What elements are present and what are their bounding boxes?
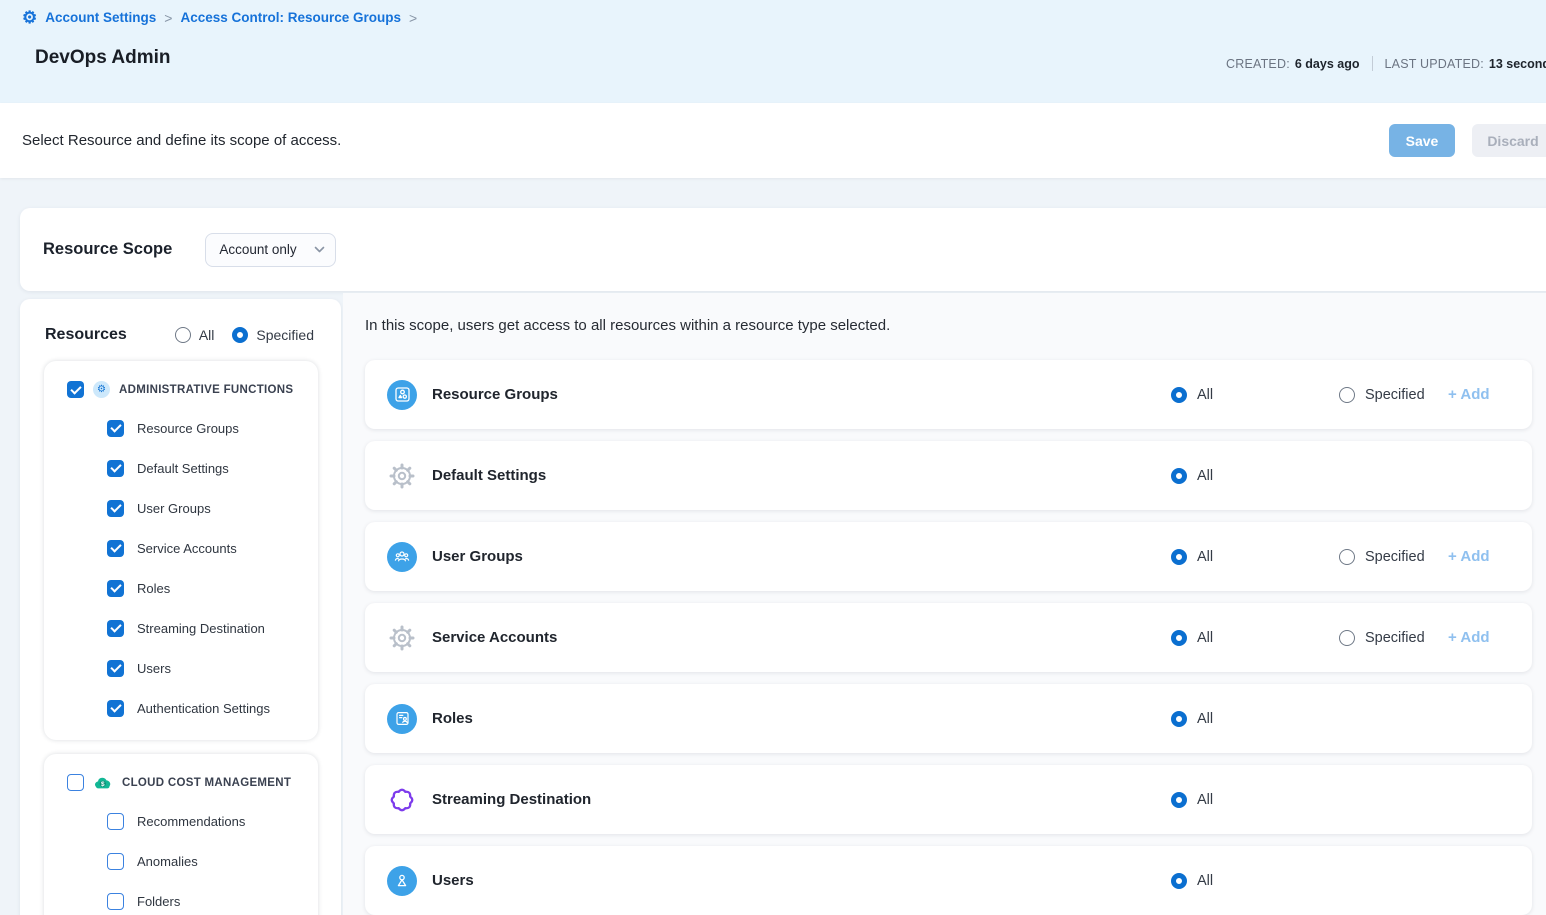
breadcrumb-account-settings[interactable]: Account Settings: [45, 10, 156, 25]
meta-divider: [1372, 56, 1373, 71]
breadcrumb-separator: >: [409, 10, 417, 26]
sidebar-item-resource-groups[interactable]: Resource Groups: [44, 408, 318, 448]
sidebar-item-streaming-destination[interactable]: Streaming Destination: [44, 608, 318, 648]
authentication-settings-checkbox[interactable]: [107, 700, 124, 717]
service-accounts-specified-radio[interactable]: [1339, 630, 1355, 646]
service-accounts-checkbox[interactable]: [107, 540, 124, 557]
resource-groups-specified-radio[interactable]: [1339, 387, 1355, 403]
user-groups-all-radio[interactable]: [1171, 549, 1187, 565]
resource-row-service-accounts: Service Accounts All Specified + Add: [365, 603, 1532, 672]
resource-scope-card: Resource Scope Account only: [20, 208, 1546, 291]
header-meta: CREATED:6 days ago LAST UPDATED:13 secon…: [1226, 56, 1546, 71]
scope-info-text: In this scope, users get access to all r…: [365, 317, 890, 334]
resource-groups-checkbox[interactable]: [107, 420, 124, 437]
resources-title: Resources: [45, 326, 127, 344]
user-groups-specified-radio[interactable]: [1339, 549, 1355, 565]
resource-row-users: Users All: [365, 846, 1532, 915]
default-settings-checkbox[interactable]: [107, 460, 124, 477]
resources-specified-label: Specified: [256, 327, 314, 343]
sidebar-item-default-settings[interactable]: Default Settings: [44, 448, 318, 488]
resources-all-label: All: [199, 327, 215, 343]
users-icon: [387, 866, 417, 896]
users-all-radio[interactable]: [1171, 873, 1187, 889]
breadcrumb-access-control[interactable]: Access Control: Resource Groups: [180, 10, 401, 25]
resource-row-roles: Roles All: [365, 684, 1532, 753]
breadcrumb-separator: >: [164, 10, 172, 26]
resource-scope-label: Resource Scope: [43, 240, 172, 259]
created-at: CREATED:6 days ago: [1226, 57, 1360, 71]
resource-groups-all-radio[interactable]: [1171, 387, 1187, 403]
resource-scope-selected-value: Account only: [219, 242, 296, 257]
settings-gear-icon: [387, 623, 417, 653]
streaming-destination-icon: [387, 785, 417, 815]
sidebar-item-anomalies[interactable]: Anomalies: [44, 841, 318, 881]
sidebar-item-roles[interactable]: Roles: [44, 568, 318, 608]
last-updated-at: LAST UPDATED:13 seconds ago: [1385, 57, 1546, 71]
sidebar-item-folders[interactable]: Folders: [44, 881, 318, 915]
resources-mode-radios: All Specified: [175, 327, 324, 343]
toolbar-actions: Save Discard: [1389, 103, 1546, 178]
group-head-administrative-functions[interactable]: ⚙ ADMINISTRATIVE FUNCTIONS: [44, 381, 318, 408]
resource-group-card-administrative-functions: ⚙ ADMINISTRATIVE FUNCTIONS Resource Grou…: [44, 361, 318, 740]
resource-groups-icon: [387, 380, 417, 410]
streaming-destination-checkbox[interactable]: [107, 620, 124, 637]
sidebar-item-service-accounts[interactable]: Service Accounts: [44, 528, 318, 568]
resources-specified-radio[interactable]: [232, 327, 248, 343]
roles-all-radio[interactable]: [1171, 711, 1187, 727]
administrative-functions-checkbox[interactable]: [67, 381, 84, 398]
resource-row-resource-groups: Resource Groups All Specified + Add: [365, 360, 1532, 429]
cloud-dollar-icon: $: [93, 775, 113, 790]
default-settings-all-radio[interactable]: [1171, 468, 1187, 484]
resource-row-default-settings: Default Settings All: [365, 441, 1532, 510]
anomalies-checkbox[interactable]: [107, 853, 124, 870]
cloud-cost-management-checkbox[interactable]: [67, 774, 84, 791]
roles-icon: [387, 704, 417, 734]
users-checkbox[interactable]: [107, 660, 124, 677]
scope-detail-panel: In this scope, users get access to all r…: [343, 293, 1546, 915]
recommendations-checkbox[interactable]: [107, 813, 124, 830]
streaming-destination-all-radio[interactable]: [1171, 792, 1187, 808]
breadcrumb: ⚙ Account Settings > Access Control: Res…: [22, 9, 417, 26]
svg-text:$: $: [101, 781, 105, 788]
user-groups-add-button[interactable]: + Add: [1448, 522, 1490, 591]
sidebar-item-recommendations[interactable]: Recommendations: [44, 801, 318, 841]
resource-group-card-cloud-cost-management: $ CLOUD COST MANAGEMENT Recommendations …: [44, 754, 318, 915]
user-groups-icon: [387, 542, 417, 572]
service-accounts-add-button[interactable]: + Add: [1448, 603, 1490, 672]
resource-row-streaming-destination: Streaming Destination All: [365, 765, 1532, 834]
resources-header: Resources All Specified: [20, 299, 341, 361]
save-button[interactable]: Save: [1389, 124, 1455, 157]
sidebar-item-users[interactable]: Users: [44, 648, 318, 688]
group-head-cloud-cost-management[interactable]: $ CLOUD COST MANAGEMENT: [44, 774, 318, 801]
roles-checkbox[interactable]: [107, 580, 124, 597]
resource-row-user-groups: User Groups All Specified + Add: [365, 522, 1532, 591]
toolbar-instruction: Select Resource and define its scope of …: [22, 132, 341, 149]
page-header: ⚙ Account Settings > Access Control: Res…: [0, 0, 1546, 103]
settings-gear-icon: [387, 461, 417, 491]
chevron-down-icon: [314, 246, 325, 253]
admin-gear-icon: ⚙: [93, 381, 110, 398]
resource-groups-add-button[interactable]: + Add: [1448, 360, 1490, 429]
page-title: DevOps Admin: [35, 47, 171, 69]
resources-sidebar: Resources All Specified ⚙ ADMINISTRATIVE…: [20, 299, 341, 915]
user-groups-checkbox[interactable]: [107, 500, 124, 517]
folders-checkbox[interactable]: [107, 893, 124, 910]
resource-scope-select[interactable]: Account only: [205, 233, 336, 267]
settings-gear-icon: ⚙: [22, 9, 37, 26]
sidebar-item-authentication-settings[interactable]: Authentication Settings: [44, 688, 318, 728]
sidebar-item-user-groups[interactable]: User Groups: [44, 488, 318, 528]
action-toolbar: Select Resource and define its scope of …: [0, 103, 1546, 178]
discard-button[interactable]: Discard: [1472, 124, 1546, 157]
resources-all-radio[interactable]: [175, 327, 191, 343]
service-accounts-all-radio[interactable]: [1171, 630, 1187, 646]
